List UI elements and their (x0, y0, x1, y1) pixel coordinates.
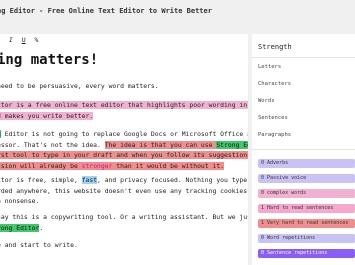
text-editor[interactable]: B I U % ing matters! need to be persuasi… (0, 34, 248, 265)
sidebar-title: Strength (258, 43, 292, 51)
stat-letters: Letters (258, 64, 282, 70)
paragraph-6: e and start to write. (0, 241, 78, 249)
text-run: The idea (104, 140, 136, 149)
stat-sentences: Sentences (258, 115, 288, 121)
paragraph-2: itor is a free online text editor that h… (0, 100, 248, 121)
paragraph-4: itor is free, simple, fast, and privacy … (0, 175, 248, 207)
legend-passive-voice: 0 Passive voice (258, 174, 355, 183)
text-run: than it would be without it. (112, 161, 225, 170)
legend-sentence-repetitions: 0 Sentence repetitions (258, 249, 355, 258)
legend-hard-sentences: 1 Hard to read sentences (258, 204, 355, 213)
stat-paragraphs: Paragraphs (258, 132, 292, 138)
highlight-word: stronger (81, 161, 113, 170)
legend-word-repetitions: 0 Word repetitions (258, 234, 355, 243)
text-run: , and privacy focused. Nothing you type … (97, 176, 248, 184)
paragraph-1: need to be persuasive, every word matter… (0, 82, 159, 90)
format-toolbar: B I U % (0, 36, 43, 50)
highlight-very-hard-sentence: The idea is that you can use Strong Edit… (104, 140, 248, 149)
text-run: ssion will already be (0, 161, 82, 170)
paragraph-3: g Editor is not going to replace Google … (0, 129, 248, 171)
paragraph-5: say this is a copywriting tool. Or a wri… (0, 212, 248, 233)
stat-characters: Characters (258, 81, 292, 87)
text-run: Editor is not going to replace Google Do… (0, 130, 248, 138)
divider (252, 57, 355, 58)
italic-button[interactable]: I (9, 36, 13, 44)
text-run: rded anywhere, this website doesn't even… (0, 186, 248, 195)
stat-words: Words (258, 98, 275, 104)
highlight-very-hard-sentence-end: ssion will already be stronger than it w… (0, 161, 225, 170)
legend-complex-words: 0 complex words (258, 189, 355, 198)
legend-very-hard-sentences: 1 Very hard to read sentences (258, 219, 355, 228)
highlight-word: fast (81, 176, 98, 184)
divider (252, 149, 355, 150)
text-run: your draft and when you follow its sugge… (73, 151, 248, 159)
text-run: h nonsense. (0, 197, 40, 205)
window-title: ng Editor - Free Online Text Editor to W… (0, 0, 355, 22)
legend-adverbs: 0 Adverbs (258, 159, 355, 168)
text-run: . (39, 223, 44, 232)
editor-heading: ing matters! (0, 52, 99, 68)
highlight-very-hard-sentence-cont: rst tool to type in your draft and when … (0, 151, 248, 159)
highlight-word: rong Editor (0, 223, 40, 232)
text-run: itor is free, simple, (0, 176, 82, 184)
text-run: say this is a copywriting tool. Or a wri… (0, 213, 248, 221)
text-run: rst tool to type in (0, 151, 71, 159)
underline-button[interactable]: U (22, 36, 26, 44)
highlight-hard-sentence: itor is a free online text editor that h… (0, 101, 248, 109)
highlight-hard-sentence-cont: d makes you write better. (0, 111, 94, 120)
text-run: essor. That's not the idea. (0, 140, 105, 149)
stats-sidebar: Strength Letters Characters Words Senten… (252, 34, 355, 265)
link-button[interactable]: % (35, 36, 39, 44)
text-run: is that you can use (135, 140, 217, 149)
highlight-word: Strong Editor (216, 140, 248, 149)
